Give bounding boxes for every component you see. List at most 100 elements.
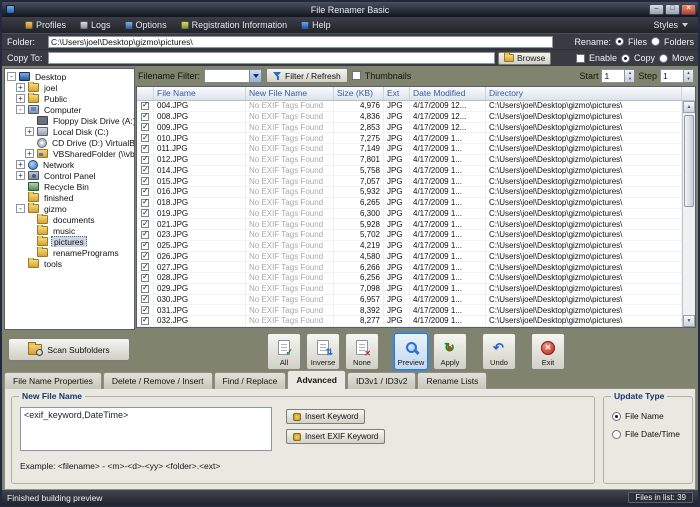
row-checkbox[interactable] <box>141 199 149 207</box>
scroll-down-arrow[interactable] <box>683 315 695 327</box>
row-checkbox[interactable] <box>141 220 149 228</box>
insert-keyword-button[interactable]: Insert Keyword <box>286 409 365 424</box>
spinner-down-icon[interactable] <box>625 76 634 82</box>
column-header-size-kb[interactable]: Size (KB) <box>334 87 384 100</box>
tree-item-recycle-bin[interactable]: Recycle Bin <box>5 181 134 192</box>
expand-icon[interactable]: + <box>25 149 34 158</box>
menu-item-options[interactable]: Options <box>118 17 174 33</box>
enable-label[interactable]: Enable <box>589 53 617 63</box>
table-row[interactable]: 032.JPGNo EXIF Tags Found8,277JPG4/17/20… <box>137 316 682 327</box>
spinner-down-icon[interactable] <box>684 76 693 82</box>
copy-to-input[interactable] <box>48 52 495 64</box>
thumbnails-checkbox[interactable] <box>352 71 361 80</box>
tree-item-floppy-disk-drive-a[interactable]: Floppy Disk Drive (A:) <box>5 115 134 126</box>
tree-item-control-panel[interactable]: +Control Panel <box>5 170 134 181</box>
tree-item-desktop[interactable]: -Desktop <box>5 71 134 82</box>
enable-checkbox[interactable] <box>576 54 585 63</box>
scroll-thumb[interactable] <box>684 115 694 207</box>
row-checkbox[interactable] <box>141 134 149 142</box>
table-body[interactable]: 004.JPGNo EXIF Tags Found4,976JPG4/17/20… <box>137 101 695 327</box>
tab-find-replace[interactable]: Find / Replace <box>214 372 287 389</box>
step-input[interactable] <box>660 69 684 83</box>
tab-rename-lists[interactable]: Rename Lists <box>417 372 487 389</box>
table-row[interactable]: 016.JPGNo EXIF Tags Found5,932JPG4/17/20… <box>137 187 682 198</box>
file-datetime-radio[interactable] <box>612 430 621 439</box>
rename-folders-label[interactable]: Folders <box>664 37 694 47</box>
tree-item-gizmo[interactable]: -gizmo <box>5 203 134 214</box>
minimize-button[interactable] <box>649 4 664 15</box>
none-button[interactable]: None <box>345 333 379 370</box>
start-input[interactable] <box>601 69 625 83</box>
collapse-icon[interactable]: - <box>16 105 25 114</box>
tree-item-renameprograms[interactable]: renamePrograms <box>5 247 134 258</box>
start-spinner[interactable] <box>625 69 635 83</box>
table-row[interactable]: 023.JPGNo EXIF Tags Found5,702JPG4/17/20… <box>137 230 682 241</box>
tree-item-documents[interactable]: documents <box>5 214 134 225</box>
row-checkbox[interactable] <box>141 145 149 153</box>
exit-button[interactable]: Exit <box>531 333 565 370</box>
scroll-up-arrow[interactable] <box>683 101 695 113</box>
expand-icon[interactable]: + <box>16 83 25 92</box>
table-row[interactable]: 008.JPGNo EXIF Tags Found4,836JPG4/17/20… <box>137 112 682 123</box>
tree-item-network[interactable]: +Network <box>5 159 134 170</box>
table-row[interactable]: 021.JPGNo EXIF Tags Found5,928JPG4/17/20… <box>137 219 682 230</box>
menu-item-styles[interactable]: Styles <box>647 20 694 30</box>
vertical-scrollbar[interactable] <box>682 101 695 327</box>
table-row[interactable]: 014.JPGNo EXIF Tags Found5,758JPG4/17/20… <box>137 166 682 177</box>
rename-folders-radio[interactable] <box>651 37 660 46</box>
row-checkbox[interactable] <box>141 306 149 314</box>
row-checkbox[interactable] <box>141 242 149 250</box>
column-header-directory[interactable]: Directory <box>486 87 682 100</box>
table-row[interactable]: 019.JPGNo EXIF Tags Found6,300JPG4/17/20… <box>137 209 682 220</box>
table-row[interactable]: 011.JPGNo EXIF Tags Found7,149JPG4/17/20… <box>137 144 682 155</box>
folder-input[interactable] <box>48 36 553 48</box>
row-checkbox[interactable] <box>141 123 149 131</box>
copy-label[interactable]: Copy <box>634 53 655 63</box>
menu-item-help[interactable]: Help <box>294 17 338 33</box>
rename-files-label[interactable]: Files <box>628 37 647 47</box>
tree-item-vbsharedfolder-vboxsvr[interactable]: +VBSharedFolder (\\vboxsvr) ( <box>5 148 134 159</box>
filename-filter-dropdown[interactable] <box>204 69 262 83</box>
update-type-file-name-option[interactable]: File Name <box>612 411 664 421</box>
tree-item-computer[interactable]: -Computer <box>5 104 134 115</box>
row-checkbox[interactable] <box>141 177 149 185</box>
tree-item-public[interactable]: +Public <box>5 93 134 104</box>
table-row[interactable]: 028.JPGNo EXIF Tags Found6,256JPG4/17/20… <box>137 273 682 284</box>
inverse-button[interactable]: Inverse <box>306 333 340 370</box>
column-header-date-modified[interactable]: Date Modified <box>410 87 486 100</box>
row-checkbox[interactable] <box>141 263 149 271</box>
thumbnails-label[interactable]: Thumbnails <box>365 71 412 81</box>
row-checkbox[interactable] <box>141 113 149 121</box>
move-radio[interactable] <box>659 54 668 63</box>
row-checkbox[interactable] <box>141 156 149 164</box>
column-header-file-name[interactable]: File Name <box>154 87 246 100</box>
menu-item-profiles[interactable]: Profiles <box>18 17 73 33</box>
column-header-new-file-name[interactable]: New File Name <box>246 87 334 100</box>
rename-files-radio[interactable] <box>615 37 624 46</box>
row-checkbox[interactable] <box>141 274 149 282</box>
tree-item-local-disk-c[interactable]: +Local Disk (C:) <box>5 126 134 137</box>
step-spinner[interactable] <box>684 69 694 83</box>
apply-button[interactable]: Apply <box>433 333 467 370</box>
tree-item-pictures[interactable]: pictures <box>5 236 134 247</box>
title-bar[interactable]: File Renamer Basic <box>2 2 698 17</box>
row-checkbox[interactable] <box>141 295 149 303</box>
browse-button[interactable]: Browse <box>498 52 551 65</box>
collapse-icon[interactable]: - <box>16 204 25 213</box>
row-checkbox[interactable] <box>141 252 149 260</box>
preview-button[interactable]: Preview <box>394 333 428 370</box>
expand-icon[interactable]: + <box>16 94 25 103</box>
table-row[interactable]: 010.JPGNo EXIF Tags Found7,275JPG4/17/20… <box>137 133 682 144</box>
table-row[interactable]: 015.JPGNo EXIF Tags Found7,057JPG4/17/20… <box>137 176 682 187</box>
filter-refresh-button[interactable]: Filter / Refresh <box>266 68 348 83</box>
folder-tree[interactable]: -Desktop+joel+Public-ComputerFloppy Disk… <box>4 68 135 330</box>
tree-item-cd-drive-d-virtualbox-guest[interactable]: CD Drive (D:) VirtualBox Guest <box>5 137 134 148</box>
copy-radio[interactable] <box>621 54 630 63</box>
tab-advanced[interactable]: Advanced <box>287 370 346 389</box>
tab-id3v1-id3v2[interactable]: ID3v1 / ID3v2 <box>347 372 417 389</box>
collapse-icon[interactable]: - <box>7 72 16 81</box>
table-row[interactable]: 030.JPGNo EXIF Tags Found6,957JPG4/17/20… <box>137 295 682 306</box>
update-type-file-datetime-option[interactable]: File Date/Time <box>612 429 680 439</box>
all-button[interactable]: All <box>267 333 301 370</box>
row-checkbox[interactable] <box>141 231 149 239</box>
